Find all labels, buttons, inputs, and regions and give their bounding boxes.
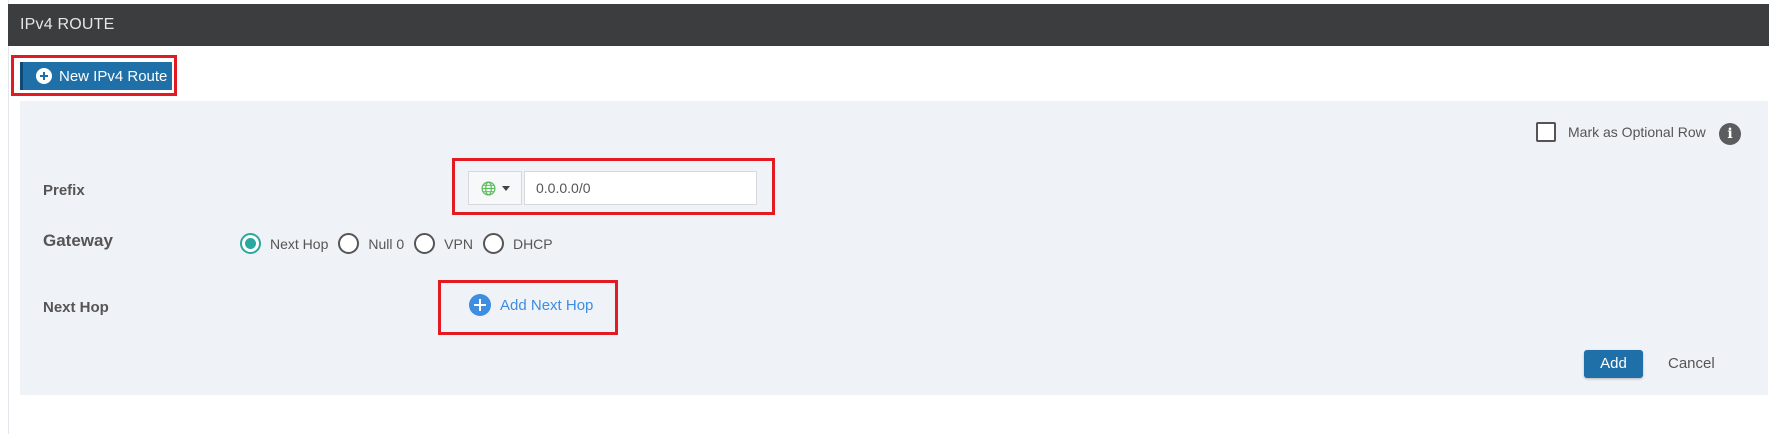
- mark-optional-row[interactable]: Mark as Optional Row: [1536, 122, 1706, 142]
- prefix-label: Prefix: [43, 182, 85, 199]
- gateway-option-null-0[interactable]: Null 0: [338, 233, 404, 254]
- new-ipv4-route-label: New IPv4 Route: [59, 67, 168, 85]
- globe-icon: [481, 181, 496, 196]
- caret-down-icon: [501, 185, 510, 191]
- next-hop-label: Next Hop: [43, 299, 109, 316]
- cancel-button[interactable]: Cancel: [1668, 350, 1715, 378]
- prefix-input[interactable]: [524, 171, 757, 205]
- radio-vpn[interactable]: [414, 233, 436, 254]
- prefix-type-dropdown[interactable]: [468, 171, 522, 205]
- radio-label-dhcp: DHCP: [512, 235, 553, 252]
- plus-circle-icon: [469, 294, 491, 316]
- new-ipv4-route-button[interactable]: New IPv4 Route: [20, 62, 172, 90]
- radio-null-0[interactable]: [338, 233, 360, 254]
- gateway-option-dhcp[interactable]: DHCP: [482, 233, 553, 254]
- prefix-input-group: [468, 171, 757, 205]
- gateway-label: Gateway: [43, 231, 113, 250]
- radio-label-vpn: VPN: [444, 235, 473, 252]
- optional-row-checkbox[interactable]: [1536, 122, 1556, 142]
- add-button[interactable]: Add: [1584, 350, 1643, 378]
- radio-label-next-hop: Next Hop: [270, 235, 329, 252]
- info-icon[interactable]: i: [1719, 123, 1741, 145]
- radio-label-null-0: Null 0: [368, 235, 405, 252]
- gateway-option-vpn[interactable]: VPN: [414, 233, 473, 254]
- gateway-option-next-hop[interactable]: Next Hop: [240, 233, 328, 254]
- add-next-hop-label: Add Next Hop: [500, 296, 594, 314]
- radio-next-hop[interactable]: [240, 233, 261, 254]
- section-header: IPv4 ROUTE: [8, 4, 1769, 46]
- radio-dhcp[interactable]: [482, 233, 504, 254]
- add-next-hop-button[interactable]: Add Next Hop: [469, 294, 593, 316]
- section-title: IPv4 ROUTE: [20, 16, 115, 33]
- optional-row-label: Mark as Optional Row: [1568, 124, 1706, 140]
- gateway-radio-group: Next Hop Null 0 VPN DHCP: [240, 233, 563, 254]
- plus-circle-icon: [36, 68, 52, 84]
